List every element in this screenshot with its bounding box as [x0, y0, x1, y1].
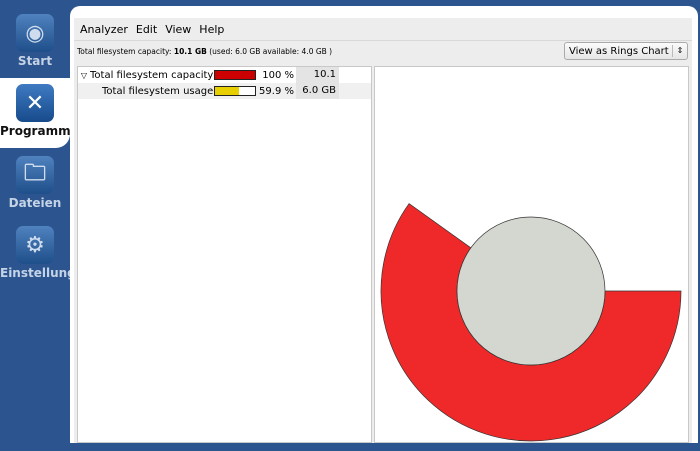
tree-row[interactable]: ▽ Total filesystem capacity 100 % 10.1 G… [78, 67, 371, 96]
wrench-screwdriver-icon: ✕ [16, 84, 54, 122]
disk-usage-analyzer-window: Analyzer Edit View Help Total filesystem… [70, 6, 698, 443]
menu-view[interactable]: View [165, 23, 191, 36]
sidebar-item-start[interactable]: ◉ Start [0, 14, 70, 74]
gears-icon: ⚙ [16, 226, 54, 264]
sidebar-item-programme[interactable]: ✕ Programme [0, 78, 79, 148]
sidebar-item-einstellung[interactable]: ⚙ Einstellung [0, 226, 76, 286]
refresh-icon: ◉ [16, 14, 54, 52]
usage-bar [214, 86, 256, 96]
expander-icon[interactable]: ▽ [78, 71, 90, 80]
menu-edit[interactable]: Edit [136, 23, 157, 36]
usage-bar [214, 70, 256, 80]
tree-row[interactable]: Total filesystem usage 59.9 % 6.0 GB [78, 83, 371, 99]
root-circle[interactable] [456, 216, 606, 366]
menu-help[interactable]: Help [199, 23, 224, 36]
sidebar-item-dateien[interactable]: 🗀 Dateien [0, 156, 70, 216]
view-mode-select[interactable]: View as Rings Chart ⇕ [564, 42, 688, 60]
rings-chart-svg [380, 203, 682, 442]
menubar: Analyzer Edit View Help [74, 18, 692, 41]
menu-analyzer[interactable]: Analyzer [80, 23, 128, 36]
sidebar: ◉ Start ✕ Programme 🗀 Dateien ⚙ Einstellung [0, 0, 79, 443]
updown-icon: ⇕ [672, 45, 687, 57]
folder-tree: ▽ Total filesystem capacity 100 % 10.1 G… [77, 66, 372, 443]
rings-chart[interactable] [374, 66, 689, 443]
folder-icon: 🗀 [16, 156, 54, 194]
